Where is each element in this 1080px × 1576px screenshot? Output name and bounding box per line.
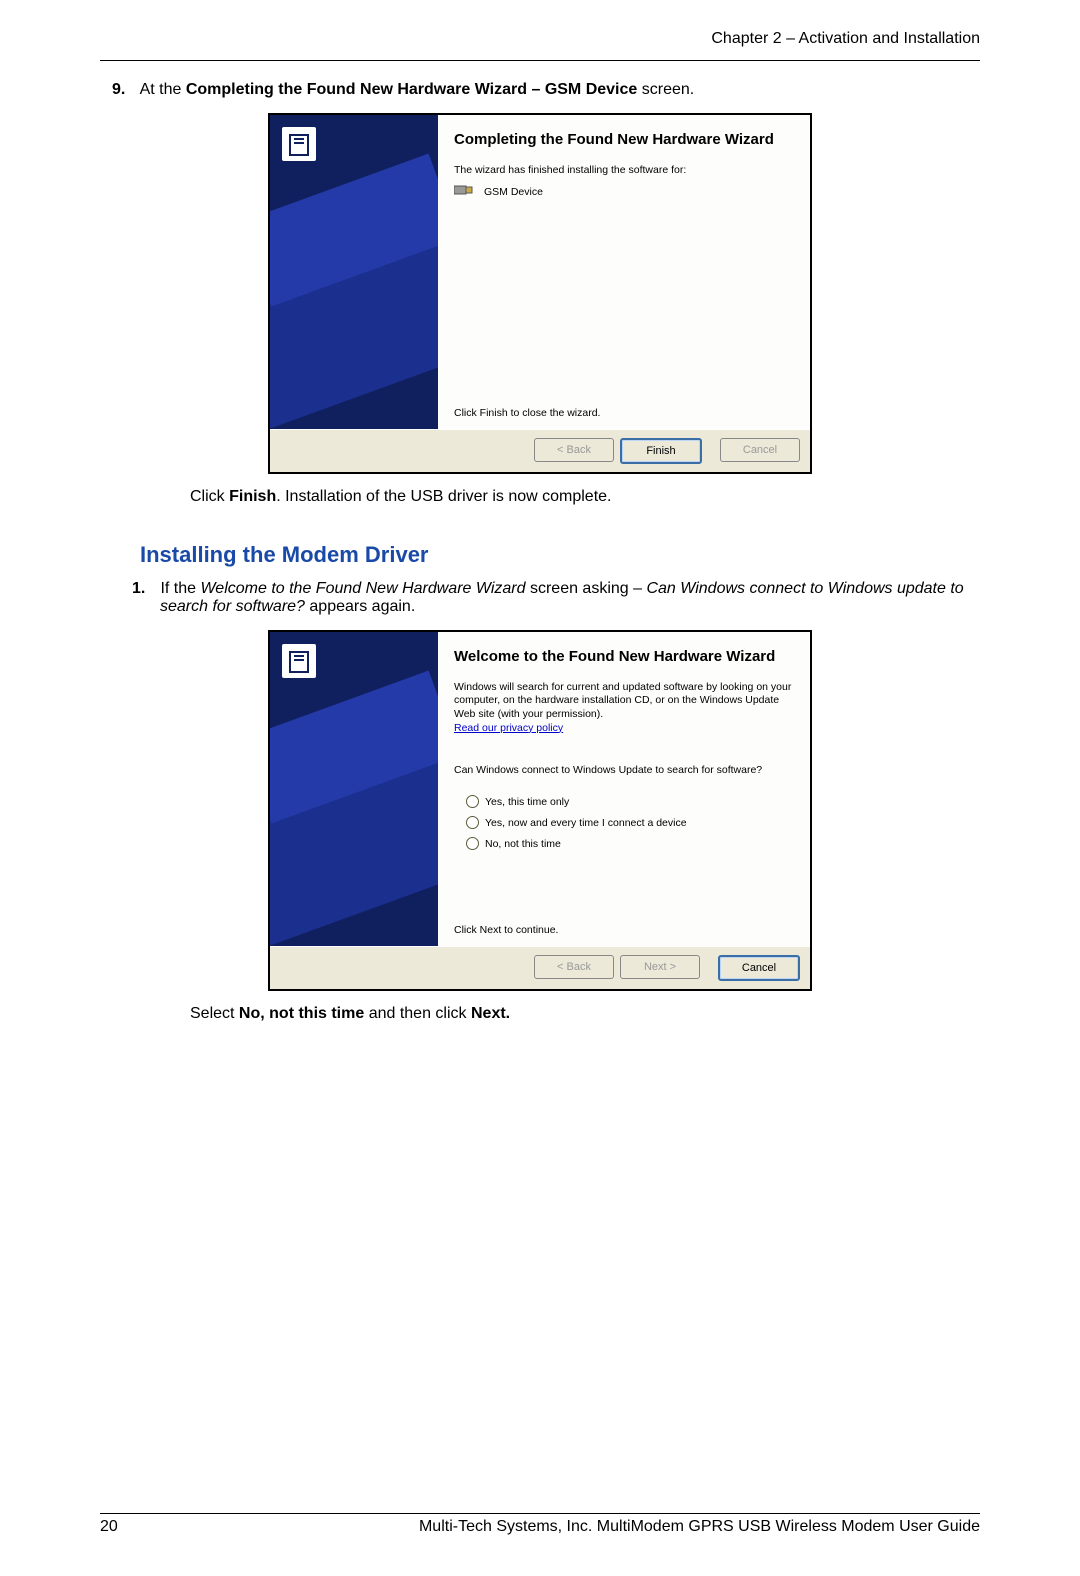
step-1-number: 1.	[132, 580, 156, 598]
page-footer: 20 Multi-Tech Systems, Inc. MultiModem G…	[100, 1513, 980, 1536]
wizard2-question: Can Windows connect to Windows Update to…	[454, 764, 794, 778]
wizard1-close-text: Click Finish to close the wizard.	[454, 407, 794, 419]
step-9-bold: Completing the Found New Hardware Wizard…	[186, 81, 637, 98]
post-step-1: Select No, not this time and then click …	[190, 1005, 980, 1023]
radio-option-1[interactable]: Yes, this time only	[466, 795, 794, 808]
radio-label-2: Yes, now and every time I connect a devi…	[485, 817, 687, 829]
step1-italic1: Welcome to the Found New Hardware Wizard	[200, 580, 525, 597]
post1-t1: Select	[190, 1005, 239, 1022]
wizard-welcome-frame: Welcome to the Found New Hardware Wizard…	[268, 630, 812, 991]
next-button[interactable]: Next >	[620, 955, 700, 979]
post-step-9: Click Finish. Installation of the USB dr…	[190, 488, 980, 506]
wizard-completing-frame: Completing the Found New Hardware Wizard…	[268, 113, 812, 474]
wizard1-device-name: GSM Device	[484, 186, 543, 198]
wizard2-sidebar-graphic	[270, 632, 438, 946]
header-rule	[100, 60, 980, 61]
wizard2-continue-text: Click Next to continue.	[454, 924, 794, 936]
step-9: 9. At the Completing the Found New Hardw…	[140, 81, 980, 99]
radio-icon	[466, 816, 479, 829]
step-9-text-post: screen.	[637, 81, 694, 98]
step-9-text-pre: At the	[140, 81, 186, 98]
radio-option-2[interactable]: Yes, now and every time I connect a devi…	[466, 816, 794, 829]
post1-bold2: Next.	[471, 1005, 510, 1022]
step1-t3: appears again.	[305, 598, 415, 615]
wizard2-button-bar: < Back Next > Cancel	[270, 946, 810, 989]
privacy-link[interactable]: Read our privacy policy	[454, 722, 794, 734]
wizard1-title: Completing the Found New Hardware Wizard	[454, 131, 794, 150]
post1-bold1: No, not this time	[239, 1005, 364, 1022]
radio-icon	[466, 795, 479, 808]
back-button: < Back	[534, 438, 614, 462]
page-number: 20	[100, 1518, 118, 1536]
post9-bold: Finish	[229, 488, 276, 505]
post1-t2: and then click	[364, 1005, 471, 1022]
footer-doc-title: Multi-Tech Systems, Inc. MultiModem GPRS…	[419, 1518, 980, 1536]
post9-pre: Click	[190, 488, 229, 505]
step1-t1: If the	[160, 580, 200, 597]
radio-option-3[interactable]: No, not this time	[466, 837, 794, 850]
radio-label-3: No, not this time	[485, 838, 561, 850]
page-header-chapter: Chapter 2 – Activation and Installation	[100, 30, 980, 48]
step1-t2: screen asking –	[526, 580, 647, 597]
wizard1-button-bar: < Back Finish Cancel	[270, 429, 810, 472]
back-button: < Back	[534, 955, 614, 979]
post9-rest: . Installation of the USB driver is now …	[276, 488, 611, 505]
device-icon	[454, 183, 474, 200]
step-9-number: 9.	[112, 81, 136, 99]
wizard2-title: Welcome to the Found New Hardware Wizard	[454, 648, 794, 667]
section-heading-modem-driver: Installing the Modem Driver	[140, 542, 980, 568]
finish-button[interactable]: Finish	[620, 438, 702, 464]
wizard-sidebar-graphic	[270, 115, 438, 429]
cancel-button: Cancel	[720, 438, 800, 462]
radio-icon	[466, 837, 479, 850]
wizard1-body: The wizard has finished installing the s…	[454, 164, 794, 178]
wizard2-body: Windows will search for current and upda…	[454, 681, 794, 722]
step-1: 1. If the Welcome to the Found New Hardw…	[160, 580, 980, 616]
radio-label-1: Yes, this time only	[485, 796, 569, 808]
cancel-button[interactable]: Cancel	[718, 955, 800, 981]
